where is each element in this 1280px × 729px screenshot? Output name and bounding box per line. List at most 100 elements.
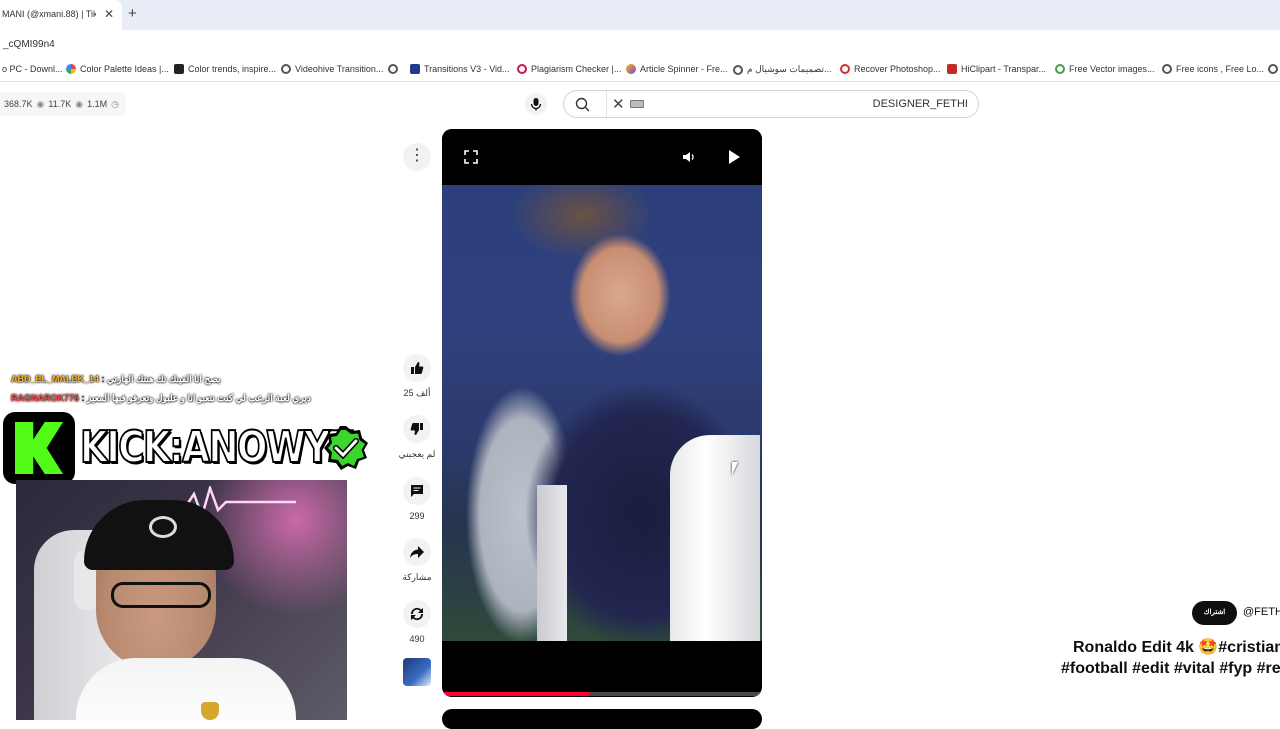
video-progress-fill [442, 692, 590, 696]
verified-check-icon [324, 426, 368, 470]
chat-username: ABD_EL_MALEK_14 [11, 374, 100, 384]
bookmark-item[interactable]: Recover Photoshop... [840, 64, 941, 74]
bookmark-item[interactable]: Transitions V3 - Vid... [410, 64, 510, 74]
clear-search-icon[interactable]: ✕ [612, 95, 625, 113]
bookmark-item[interactable]: Free Vector images... [1055, 64, 1155, 74]
bookmark-item[interactable]: Color trends, inspire... [174, 64, 276, 74]
search-box[interactable]: ✕ DESIGNER_FETHI [563, 90, 979, 118]
comment-action[interactable]: 299 [397, 477, 437, 521]
remix-button[interactable] [403, 600, 431, 628]
bookmark-item[interactable] [1268, 64, 1278, 74]
video-frame-detail [537, 485, 567, 641]
bookmark-item[interactable]: Color Palette Ideas |... [66, 64, 169, 74]
shorts-player[interactable] [442, 129, 762, 697]
dislike-action[interactable]: لم يعجبني [397, 415, 437, 460]
video-progress-bar[interactable] [442, 692, 762, 696]
streamer-shirt [76, 658, 296, 720]
bookmark-favicon [410, 64, 420, 74]
stat-value: 1.1M [87, 99, 108, 109]
dislike-button[interactable] [403, 415, 431, 443]
bookmark-item[interactable]: Videohive Transition... [281, 64, 383, 74]
remix-count: 490 [409, 634, 425, 644]
share-button[interactable] [403, 538, 431, 566]
globe-icon [1268, 64, 1278, 74]
browser-tab[interactable]: MANI (@xmani.88) | TikTo ✕ [0, 0, 122, 30]
remix-action[interactable]: 490 [397, 600, 437, 644]
bookmark-item[interactable]: Plagiarism Checker |... [517, 64, 621, 74]
globe-icon [1162, 64, 1172, 74]
bookmark-item[interactable]: تصميمات سوشيال م... [733, 64, 831, 75]
video-title: Ronaldo Edit 4k 🤩#cristian [1073, 639, 1280, 656]
bookmark-favicon [1055, 64, 1065, 74]
channel-handle[interactable]: @FETH [1243, 606, 1280, 618]
video-frame-detail [670, 435, 760, 641]
share-icon [410, 546, 424, 558]
channel-avatar[interactable] [403, 658, 431, 686]
chat-username: RAGNAROK776 [11, 393, 80, 403]
next-short-preview[interactable] [442, 709, 762, 729]
play-icon[interactable] [729, 150, 740, 164]
eye-icon: ◉ [36, 98, 45, 109]
new-tab-button[interactable]: + [128, 5, 137, 22]
webcam-feed [16, 480, 347, 720]
tab-close-icon[interactable]: ✕ [104, 7, 114, 21]
subscribe-button[interactable]: اشتراك [1192, 601, 1237, 625]
stat-value: 11.7K [48, 99, 72, 109]
bookmarks-bar: o PC - Downl... Color Palette Ideas |...… [0, 58, 1280, 82]
video-frame[interactable] [442, 185, 762, 641]
globe-icon [388, 64, 398, 74]
kick-k-icon [15, 422, 63, 474]
kick-handle-text: KICK:ANOWYT [79, 421, 354, 474]
globe-icon [733, 64, 743, 75]
fullscreen-icon[interactable] [464, 150, 478, 164]
search-input[interactable]: DESIGNER_FETHI [873, 98, 968, 110]
stat-value: 368.7K [4, 99, 33, 109]
thumbs-up-icon [411, 362, 424, 374]
stats-widget: 368.7K ◉ 11.7K ◉ 1.1M ◷ [0, 92, 126, 116]
bookmark-favicon [66, 64, 76, 74]
bookmark-favicon [174, 64, 184, 74]
keyboard-icon[interactable] [630, 100, 644, 108]
clock-icon: ◷ [111, 98, 119, 109]
bookmark-item[interactable]: Article Spinner - Fre... [626, 64, 728, 74]
comment-count: 299 [409, 511, 425, 521]
mouse-cursor [732, 462, 738, 475]
address-bar[interactable]: _cQMI99n4 [0, 30, 1280, 58]
chat-message: RAGNAROK776 : ديري لعبة الرعب لي كنت نتع… [11, 393, 311, 403]
share-label: مشاركة [402, 572, 432, 582]
microphone-icon [530, 98, 542, 111]
kick-logo [3, 412, 75, 484]
like-count: 25 ألف [403, 388, 431, 398]
chat-text: ديري لعبة الرعب لي كنت نتعبو انا و علبول… [87, 393, 311, 403]
bookmark-favicon [840, 64, 850, 74]
comment-icon [411, 485, 423, 497]
bookmark-item[interactable]: Free icons , Free Lo... [1162, 64, 1264, 74]
cap-logo [149, 516, 177, 538]
like-button[interactable] [403, 354, 431, 382]
search-divider [606, 91, 607, 117]
shirt-crest [201, 702, 219, 720]
streamer-glasses [111, 582, 211, 608]
comment-button[interactable] [403, 477, 431, 505]
video-hashtags[interactable]: #football #edit #vital #fyp #re [1061, 660, 1280, 678]
chat-message: ABD_EL_MALEK_14 : بصح انا الفينك تك هنتك… [11, 374, 221, 384]
bookmark-favicon [626, 64, 636, 74]
player-controls [442, 129, 762, 185]
url-text[interactable]: _cQMI99n4 [3, 39, 55, 50]
like-action[interactable]: 25 ألف [397, 354, 437, 399]
chat-text: بصح انا الفينك تك هنتك الهارتي [107, 374, 221, 384]
globe-icon [281, 64, 291, 74]
thumbs-down-icon [410, 423, 423, 435]
more-options-button[interactable]: ⋮ [403, 143, 431, 171]
bookmark-item[interactable]: o PC - Downl... [2, 64, 63, 74]
bookmark-favicon [517, 64, 527, 74]
dislike-label: لم يعجبني [398, 449, 436, 459]
bookmark-item[interactable]: HiClipart - Transpar... [947, 64, 1046, 74]
bookmark-item[interactable] [388, 64, 398, 74]
share-action[interactable]: مشاركة [397, 538, 437, 583]
volume-icon[interactable] [682, 150, 696, 164]
tab-title: MANI (@xmani.88) | TikTo [2, 9, 96, 19]
remix-icon [410, 607, 424, 621]
search-icon[interactable] [574, 96, 592, 114]
voice-search-button[interactable] [525, 93, 547, 115]
